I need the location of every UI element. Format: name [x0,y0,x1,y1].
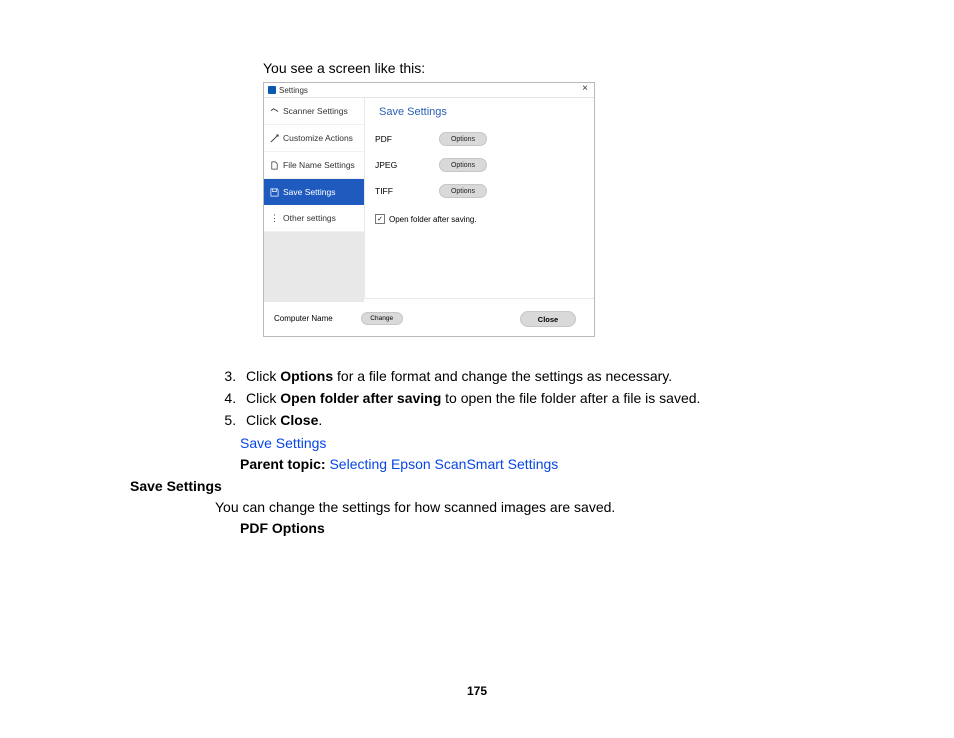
window-titlebar: Settings × [264,83,594,98]
format-label: PDF [375,134,439,144]
step-strong: Options [280,368,333,384]
sidebar-item-label: Other settings [283,213,336,223]
step-strong: Open folder after saving [280,390,441,406]
scanner-icon [270,107,279,116]
step-text: Click [246,412,280,428]
step-text: Click [246,390,280,406]
open-folder-row: ✓ Open folder after saving. [375,214,584,224]
save-icon [270,188,279,197]
options-button-tiff[interactable]: Options [439,184,487,198]
settings-screenshot: Settings × Scanner Settings Customize Ac… [263,82,595,337]
step-3: Click Options for a file format and chan… [240,365,770,387]
intro-text: You see a screen like this: [263,60,425,76]
sidebar-item-label: Customize Actions [283,133,353,143]
step-text: . [318,412,322,428]
parent-topic-row: Parent topic: Selecting Epson ScanSmart … [240,456,558,472]
close-button[interactable]: Close [520,311,576,327]
change-button[interactable]: Change [361,312,403,325]
sidebar-item-label: Save Settings [283,187,335,197]
step-text: Click [246,368,280,384]
format-row-jpeg: JPEG Options [375,152,584,178]
format-label: TIFF [375,186,439,196]
format-label: JPEG [375,160,439,170]
step-5: Click Close. [240,409,770,431]
sidebar-filler [264,232,364,302]
sidebar-item-file-name[interactable]: File Name Settings [264,152,364,179]
sidebar-item-save-settings[interactable]: Save Settings [264,179,364,205]
parent-topic-label: Parent topic: [240,456,329,472]
sidebar-item-label: Scanner Settings [283,106,348,116]
format-row-tiff: TIFF Options [375,178,584,204]
step-strong: Close [280,412,318,428]
section-body-text: You can change the settings for how scan… [215,499,615,515]
open-folder-checkbox[interactable]: ✓ [375,214,385,224]
more-icon: ⋮ [270,214,279,223]
settings-footer: Computer Name Change Close [264,298,594,337]
sidebar-item-label: File Name Settings [283,160,355,170]
settings-main: Save Settings PDF Options JPEG Options T… [365,98,594,298]
format-row-pdf: PDF Options [375,126,584,152]
subsection-heading: PDF Options [240,520,325,536]
sidebar-item-scanner-settings[interactable]: Scanner Settings [264,98,364,125]
open-folder-label: Open folder after saving. [389,215,477,224]
window-title: Settings [279,86,308,95]
save-settings-link[interactable]: Save Settings [240,435,326,451]
close-icon[interactable]: × [582,83,588,94]
parent-topic-link[interactable]: Selecting Epson ScanSmart Settings [329,456,558,472]
page-number: 175 [0,684,954,698]
related-link-row: Save Settings [240,435,326,451]
options-button-pdf[interactable]: Options [439,132,487,146]
sidebar-item-other[interactable]: ⋮ Other settings [264,205,364,232]
sidebar-item-customize-actions[interactable]: Customize Actions [264,125,364,152]
app-icon [268,86,276,94]
step-text: for a file format and change the setting… [333,368,672,384]
main-panel-title: Save Settings [379,106,584,118]
computer-name-label: Computer Name [274,314,333,323]
settings-sidebar: Scanner Settings Customize Actions File … [264,98,365,298]
actions-icon [270,134,279,143]
step-4: Click Open folder after saving to open t… [240,387,770,409]
instruction-steps: Click Options for a file format and chan… [210,365,770,431]
step-text: to open the file folder after a file is … [441,390,700,406]
options-button-jpeg[interactable]: Options [439,158,487,172]
file-icon [270,161,279,170]
section-heading: Save Settings [130,478,222,494]
